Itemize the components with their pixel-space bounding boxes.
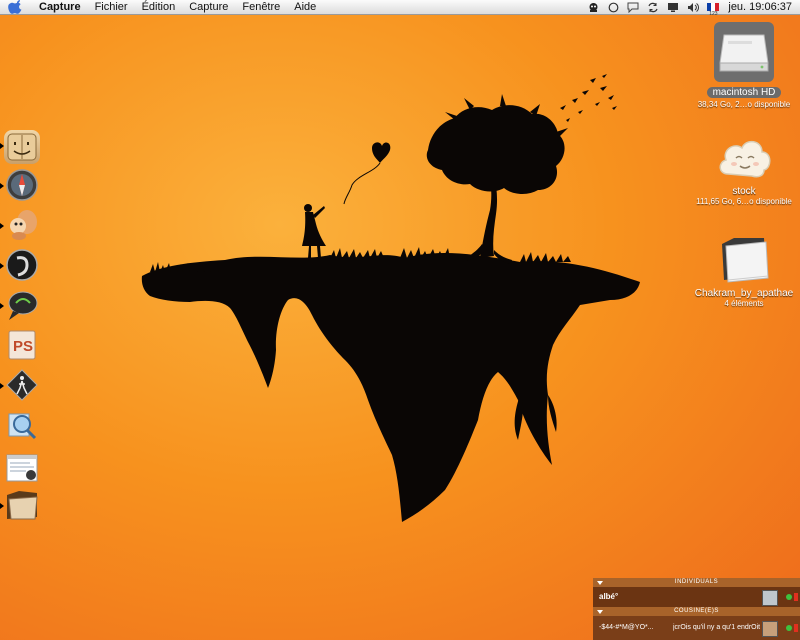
desktop-icon-label: macintosh HD — [706, 87, 782, 98]
buddy-row[interactable]: albé° — [593, 587, 800, 607]
desktop-icon-label: stock — [732, 186, 756, 197]
buddy-avatar — [762, 590, 778, 606]
group-title: INDIVIDUALS — [674, 579, 719, 585]
disclosure-triangle-icon — [597, 581, 603, 585]
buddy-name: -$44-#*M@YO*... — [599, 624, 654, 631]
group-header-cousines[interactable]: COUSINE(E)S — [593, 607, 800, 616]
alert-icon — [794, 593, 798, 601]
squirrel-app-icon[interactable] — [4, 208, 40, 242]
group-header-individuals[interactable]: INDIVIDUALS — [593, 578, 800, 587]
group-title: COUSINE(E)S — [674, 608, 719, 614]
photoshop-icon[interactable]: PS — [4, 328, 40, 362]
status-icon — [786, 594, 792, 600]
alert-icon — [794, 624, 798, 632]
buddy-list-widget: INDIVIDUALS albé° COUSINE(E)S -$44-#*M@Y… — [593, 578, 800, 640]
svg-text:PS: PS — [13, 338, 33, 355]
safari-icon[interactable] — [4, 168, 40, 202]
buddy-row[interactable]: -$44-#*M@YO*... jcrOis qu'il ny a qu'1 e… — [593, 616, 800, 640]
desktop-icon-chakram[interactable]: Chakram_by_apathae 4 éléments — [694, 232, 794, 309]
desktop-icon-macintosh-hd[interactable]: macintosh HD 38,34 Go, 2…o disponible — [694, 22, 794, 110]
desktop-icon-stock[interactable]: stock 111,65 Go, 6…o disponible — [694, 130, 794, 207]
buddy-avatar — [762, 621, 778, 637]
status-icon — [786, 625, 792, 631]
desktop-icon-info: 111,65 Go, 6…o disponible — [696, 197, 792, 206]
desktop-icon-info: 38,34 Go, 2…o disponible — [697, 100, 791, 109]
wallpaper-silhouette — [141, 74, 641, 522]
finder-icon[interactable] — [4, 130, 40, 164]
buddy-status-message: jcrOis qu'il ny a qu'1 endrOit Ou... — [673, 624, 769, 631]
desktop-icon-info: 4 éléments — [724, 299, 764, 308]
disclosure-triangle-icon — [597, 610, 603, 614]
buddy-name: albé° — [599, 592, 619, 601]
folder-icon[interactable] — [4, 488, 40, 522]
folder-icon — [714, 232, 774, 288]
audio-app-icon[interactable] — [4, 248, 40, 282]
cloud-drive-icon — [714, 130, 774, 186]
hard-drive-icon — [714, 22, 774, 82]
directions-sign-icon[interactable] — [4, 368, 40, 402]
desktop-icon-label: Chakram_by_apathae — [694, 288, 794, 299]
chat-app-icon[interactable] — [4, 288, 40, 322]
preview-icon[interactable] — [4, 408, 40, 442]
browser-window-icon[interactable] — [4, 452, 40, 486]
